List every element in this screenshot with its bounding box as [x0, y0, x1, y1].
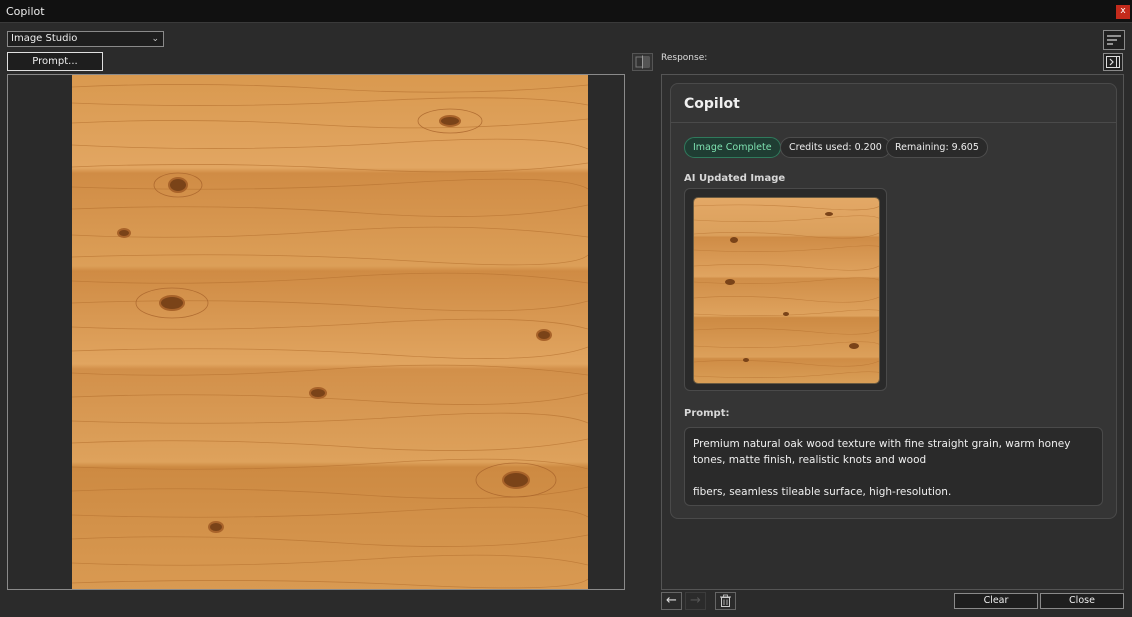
arrow-left-icon: ← [666, 593, 677, 608]
clear-button[interactable]: Clear [954, 593, 1038, 609]
window-title: Copilot [6, 5, 45, 18]
menu-button[interactable] [1103, 30, 1125, 50]
compare-icon [635, 55, 650, 69]
forward-button[interactable]: → [685, 592, 706, 610]
close-button[interactable]: Close [1040, 593, 1124, 609]
collapse-panel-button[interactable] [1103, 53, 1123, 71]
prompt-text-line-2: fibers, seamless tileable surface, high-… [693, 486, 952, 498]
remaining-badge: Remaining: 9.605 [886, 137, 988, 158]
panel-collapse-icon [1106, 56, 1120, 68]
back-button[interactable]: ← [661, 592, 682, 610]
delete-button[interactable] [715, 592, 736, 610]
credits-used-badge: Credits used: 0.200 [780, 137, 891, 158]
response-panel[interactable]: Copilot Image Complete Credits used: 0.2… [661, 74, 1124, 590]
result-thumbnail[interactable] [693, 197, 880, 384]
compare-button[interactable] [632, 53, 653, 71]
prompt-button[interactable]: Prompt... [7, 52, 103, 71]
window-close-button[interactable]: x [1116, 5, 1130, 19]
sort-lines-icon [1107, 35, 1121, 45]
copilot-window: Copilot x Image Studio ⌄ Prompt... Respo… [0, 0, 1132, 617]
title-bar: Copilot x [0, 0, 1132, 23]
card-title: Copilot [684, 96, 740, 112]
prompt-text-box: Premium natural oak wood texture with fi… [684, 427, 1103, 506]
image-section-label: AI Updated Image [684, 173, 786, 184]
response-card: Copilot Image Complete Credits used: 0.2… [670, 83, 1117, 519]
response-label: Response: [661, 53, 708, 63]
mode-select-value: Image Studio [11, 33, 78, 44]
wood-texture-image [72, 75, 588, 589]
trash-icon [720, 594, 731, 607]
result-thumbnail-frame [684, 188, 887, 391]
prompt-section-label: Prompt: [684, 408, 730, 419]
image-canvas[interactable] [7, 74, 625, 590]
status-badge: Image Complete [684, 137, 781, 158]
chevron-down-icon: ⌄ [151, 34, 159, 44]
prompt-text-line-1: Premium natural oak wood texture with fi… [693, 438, 1071, 466]
mode-select[interactable]: Image Studio ⌄ [7, 31, 164, 47]
arrow-right-icon: → [690, 593, 701, 608]
card-header: Copilot [671, 84, 1116, 123]
